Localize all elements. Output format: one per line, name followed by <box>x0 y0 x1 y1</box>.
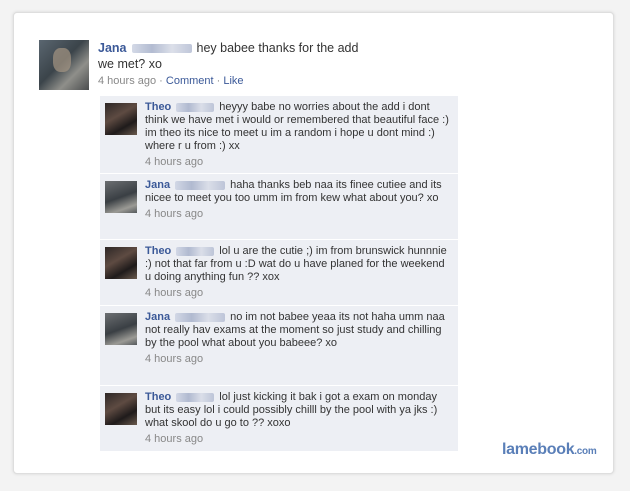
redacted-surname <box>131 44 192 54</box>
comment-timestamp: 4 hours ago <box>145 287 204 299</box>
comment-author-name[interactable]: Theo <box>145 245 171 257</box>
comment-author-name[interactable]: Theo <box>145 391 171 403</box>
redacted-surname <box>175 180 226 190</box>
comment-author-name[interactable]: Jana <box>145 179 170 191</box>
comment-timestamp: 4 hours ago <box>145 353 204 365</box>
post-timestamp: 4 hours ago <box>98 75 157 87</box>
comment-item: Jana haha thanks beb naa its finee cutiee… <box>100 174 458 240</box>
comment-item: Theo lol just kicking it bak i got a exam… <box>100 386 458 452</box>
comment-item: Theo lol u are the cutie ;) im from bruns… <box>100 240 458 306</box>
avatar[interactable] <box>105 313 137 345</box>
comment-item: Theo heyyy babe no worries about the add … <box>100 96 458 174</box>
comment-item: Jana no im not babee yeaa its not haha um… <box>100 306 458 386</box>
avatar[interactable] <box>105 393 137 425</box>
comment-author-name[interactable]: Theo <box>145 101 171 113</box>
avatar[interactable] <box>39 40 89 90</box>
avatar[interactable] <box>105 181 137 213</box>
comment-timestamp: 4 hours ago <box>145 433 204 445</box>
watermark-brand: lamebook <box>502 441 575 458</box>
avatar[interactable] <box>105 247 137 279</box>
comment-link[interactable]: Comment <box>166 75 214 87</box>
avatar[interactable] <box>105 103 137 135</box>
post-text-line2: we met? xo <box>98 57 162 71</box>
redacted-surname <box>176 246 215 256</box>
comment-author-name[interactable]: Jana <box>145 311 170 323</box>
redacted-surname <box>176 102 215 112</box>
watermark-suffix: .com <box>574 446 597 457</box>
comment-timestamp: 4 hours ago <box>145 156 204 168</box>
post-text-line1: hey babee thanks for the add <box>196 41 359 55</box>
like-link[interactable]: Like <box>223 75 243 87</box>
redacted-surname <box>176 392 215 402</box>
post-meta: 4 hours ago · Comment · Like <box>98 75 244 87</box>
comment-timestamp: 4 hours ago <box>145 208 204 220</box>
comment-list: Theo heyyy babe no worries about the add … <box>100 96 458 452</box>
post-author-name[interactable]: Jana <box>98 41 127 55</box>
wall-post: Jana hey babee thanks for the add we met?… <box>98 40 478 87</box>
lamebook-watermark: lamebook.com <box>502 441 597 459</box>
redacted-surname <box>175 312 226 322</box>
